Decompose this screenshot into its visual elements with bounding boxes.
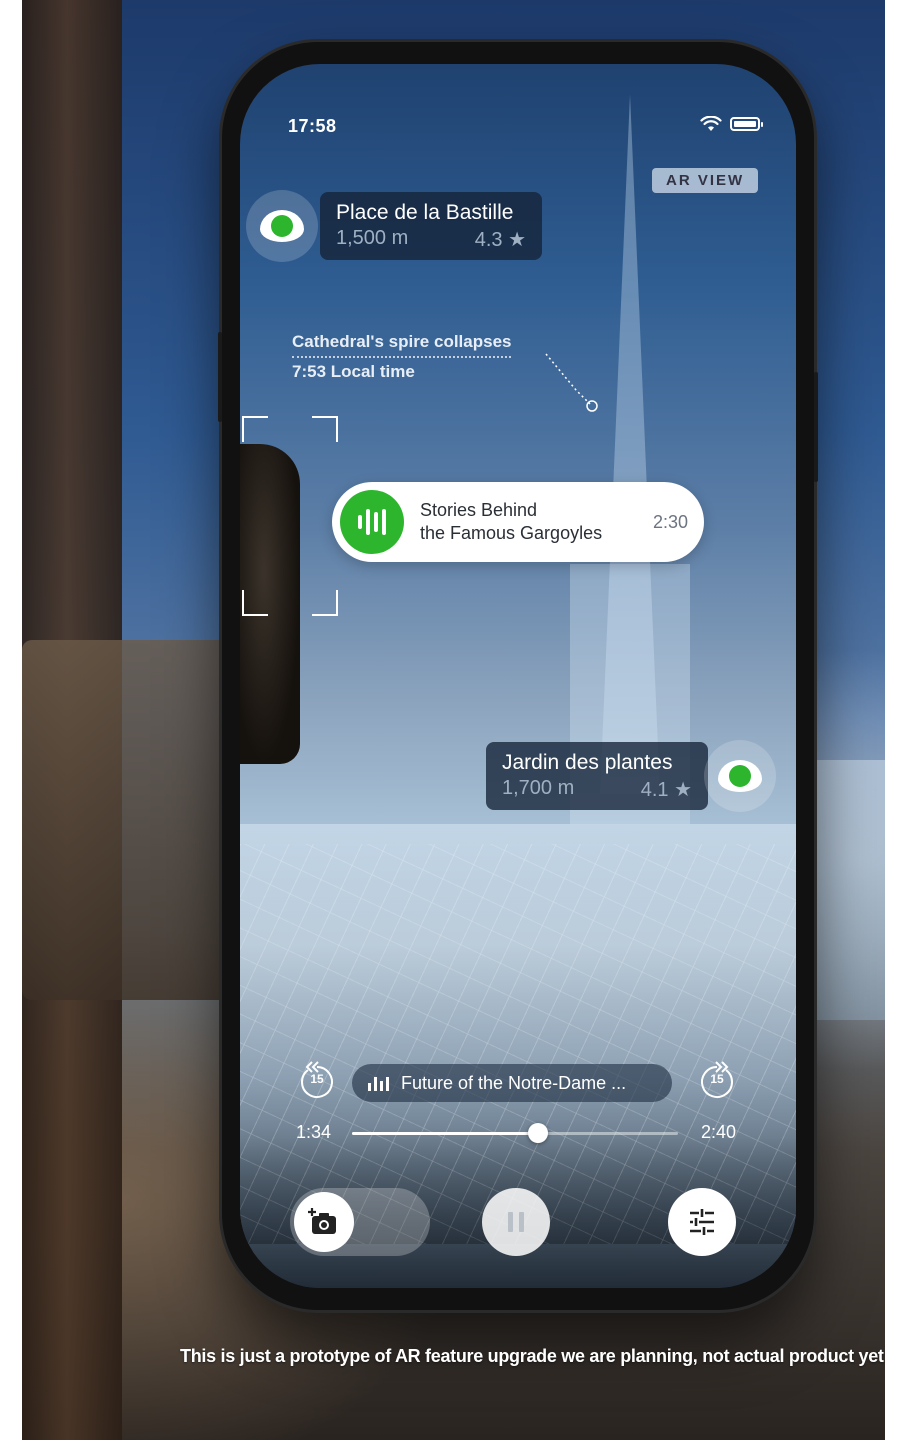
progress-thumb[interactable] <box>527 1123 548 1143</box>
current-time: 1:34 <box>296 1122 332 1142</box>
story-title-line-2: the Famous Gargoyles <box>420 523 603 543</box>
camera-button[interactable] <box>294 1192 354 1252</box>
skip-back-seconds: 15 <box>310 1072 324 1086</box>
power-button <box>814 372 818 482</box>
camera-control[interactable] <box>290 1188 430 1256</box>
settings-button[interactable] <box>668 1188 736 1256</box>
poi-jardin-des-plantes[interactable]: Jardin des plantes 1,700 m 4.1 ★ <box>486 740 776 812</box>
total-time: 2:40 <box>700 1122 736 1142</box>
story-duration: 2:30 <box>652 511 688 532</box>
focus-frame <box>242 416 338 616</box>
prototype-disclaimer: This is just a prototype of AR feature u… <box>180 1346 884 1366</box>
now-playing-pill[interactable]: Future of the Notre-Dame ... <box>352 1064 672 1102</box>
story-card[interactable]: Stories Behind the Famous Gargoyles 2:30 <box>332 482 704 562</box>
sliders-icon <box>690 1209 714 1235</box>
skip-back-button[interactable]: 15 <box>296 1060 338 1102</box>
skip-forward-seconds: 15 <box>710 1072 724 1086</box>
ar-camera-view[interactable]: 17:58 AR VIEW Place de la Bastille 1,500… <box>240 64 796 1288</box>
audio-bars-icon <box>368 1075 389 1091</box>
poi-rating: 4.1 ★ <box>640 779 692 801</box>
poi-card[interactable]: Jardin des plantes 1,700 m 4.1 ★ <box>486 742 708 810</box>
pause-icon <box>508 1212 513 1232</box>
now-playing-title: Future of the Notre-Dame ... <box>401 1072 627 1093</box>
poi-eye-icon[interactable] <box>704 740 776 812</box>
phone-frame: 17:58 AR VIEW Place de la Bastille 1,500… <box>218 42 818 1310</box>
audio-bars-icon <box>340 490 404 554</box>
pause-button[interactable] <box>482 1188 550 1256</box>
add-photo-icon <box>308 1208 336 1234</box>
skip-forward-button[interactable]: 15 <box>696 1060 738 1102</box>
right-margin <box>885 0 897 1440</box>
poi-name: Jardin des plantes <box>502 751 673 774</box>
story-title-line-1: Stories Behind <box>420 500 538 520</box>
left-margin <box>0 0 22 1440</box>
progress-fill <box>352 1132 538 1135</box>
annotation-leader-line <box>545 353 598 412</box>
volume-button <box>218 332 222 422</box>
poi-distance: 1,700 m <box>502 777 575 799</box>
progress-track[interactable] <box>352 1123 678 1143</box>
